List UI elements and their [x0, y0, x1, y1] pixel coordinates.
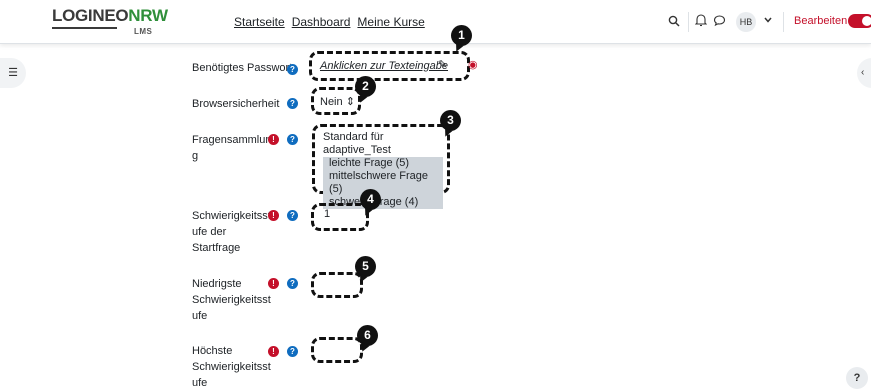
question-bank-label-line1: Fragensammlun: [192, 134, 272, 146]
help-button[interactable]: ?: [846, 367, 868, 389]
highest-level-input[interactable]: [316, 341, 354, 355]
required-icon: !: [268, 134, 279, 145]
start-level-label-line1: Schwierigkeitsst: [192, 210, 271, 222]
start-level-input[interactable]: 1: [324, 208, 330, 220]
lowest-level-input[interactable]: [316, 276, 354, 290]
primary-navigation: Startseite Dashboard Meine Kurse: [234, 15, 425, 29]
help-icon[interactable]: ?: [287, 98, 298, 109]
select-arrows-icon: ⇕: [345, 96, 355, 108]
logo-text-b: NRW: [128, 6, 168, 25]
lowest-level-label: Niedrigste Schwierigkeitsst ufe: [192, 276, 271, 324]
annotation-marker-5: 5: [355, 256, 376, 277]
start-level-label: Schwierigkeitsst ufe der Startfrage: [192, 208, 271, 256]
logo-text-a: LOGINEO: [52, 6, 129, 25]
lowest-level-label-line3: ufe: [192, 310, 208, 322]
search-icon[interactable]: [668, 15, 680, 27]
lowest-level-label-line2: Schwierigkeitsst: [192, 294, 271, 306]
logo-subtitle: LMS: [134, 27, 153, 36]
password-edit-link[interactable]: Anklicken zur Texteingabe: [320, 60, 448, 72]
user-avatar[interactable]: HB: [736, 12, 756, 32]
browser-security-label: Browsersicherheit: [192, 98, 280, 110]
nav-dashboard[interactable]: Dashboard: [292, 15, 351, 29]
chevron-left-icon: ‹: [861, 67, 865, 78]
highest-level-label-line2: Schwierigkeitsst: [192, 361, 271, 373]
required-icon: !: [268, 210, 279, 221]
help-icon[interactable]: ?: [287, 346, 298, 357]
help-icon[interactable]: ?: [287, 64, 298, 75]
browser-security-value: Nein: [320, 96, 343, 108]
listbox-option[interactable]: leichte Frage (5): [323, 157, 443, 170]
lowest-level-label-line1: Niedrigste: [192, 278, 242, 290]
navbar-divider: [783, 12, 784, 32]
edit-mode-toggle[interactable]: [848, 14, 871, 28]
list-icon: ☰: [8, 67, 18, 79]
browser-security-select[interactable]: Nein ⇕: [320, 94, 356, 110]
top-navbar: LOGINEONRW LMS Startseite Dashboard Mein…: [0, 0, 871, 44]
annotation-marker-4: 4: [360, 189, 381, 210]
highest-level-label: Höchste Schwierigkeitsst ufe: [192, 343, 271, 391]
highest-level-label-line1: Höchste: [192, 345, 233, 357]
course-index-toggle[interactable]: ☰: [0, 58, 26, 88]
required-icon: !: [268, 346, 279, 357]
optgroup-label: Standard für adaptive_Test: [323, 131, 391, 156]
annotation-marker-2: 2: [355, 76, 376, 97]
password-label: Benötigtes Passwort: [192, 62, 293, 74]
help-icon[interactable]: ?: [287, 134, 298, 145]
question-bank-listbox[interactable]: Standard für adaptive_Test leichte Frage…: [323, 131, 443, 209]
nav-startseite[interactable]: Startseite: [234, 15, 285, 29]
annotation-marker-6: 6: [357, 325, 378, 346]
annotation-marker-3: 3: [440, 110, 461, 131]
nav-meine-kurse[interactable]: Meine Kurse: [357, 15, 424, 29]
navbar-divider: [688, 12, 689, 32]
logo-underline: [52, 27, 117, 29]
start-level-label-line2: ufe der: [192, 226, 227, 238]
block-drawer-toggle[interactable]: ‹: [857, 58, 871, 88]
question-bank-label-line2: g: [192, 150, 199, 162]
site-logo[interactable]: LOGINEONRW LMS: [52, 6, 168, 36]
highest-level-label-line3: ufe: [192, 377, 208, 389]
edit-mode-label: Bearbeiten: [794, 15, 848, 27]
annotation-box-4: [311, 203, 369, 231]
help-icon[interactable]: ?: [287, 278, 298, 289]
bell-icon[interactable]: [695, 14, 707, 27]
chevron-down-icon[interactable]: [764, 17, 772, 23]
reveal-password-icon[interactable]: ◉: [468, 58, 478, 71]
annotation-marker-1: 1: [451, 25, 472, 46]
chat-icon[interactable]: [713, 14, 726, 27]
start-level-label-line3: Startfrage: [192, 242, 241, 254]
listbox-option[interactable]: mittelschwere Frage (5): [323, 170, 443, 196]
pencil-icon[interactable]: ✎: [438, 58, 447, 71]
help-icon[interactable]: ?: [287, 210, 298, 221]
question-bank-label: Fragensammlun g: [192, 132, 271, 164]
required-icon: !: [268, 278, 279, 289]
